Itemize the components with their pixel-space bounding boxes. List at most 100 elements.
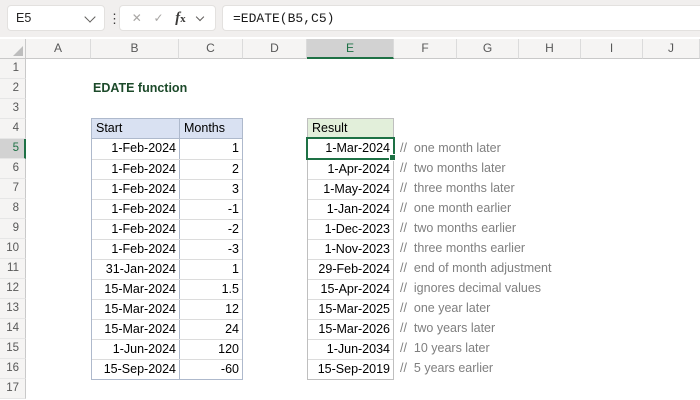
row-header-12[interactable]: 12 <box>0 279 26 299</box>
enter-icon[interactable]: ✓ <box>153 11 163 25</box>
months-cell[interactable]: 2 <box>180 160 242 179</box>
result-cell[interactable]: 1-Jun-2034 <box>308 340 393 359</box>
start-cell[interactable]: 1-Feb-2024 <box>92 139 180 159</box>
months-cell[interactable]: 1.5 <box>180 280 242 299</box>
row-header-15[interactable]: 15 <box>0 339 26 359</box>
column-header-b[interactable]: B <box>91 39 179 59</box>
select-all-corner[interactable] <box>0 39 26 59</box>
cancel-icon[interactable]: ✕ <box>132 11 142 25</box>
row-header-9[interactable]: 9 <box>0 219 26 239</box>
table-row: 15-Mar-2024 1.5 <box>92 279 242 299</box>
column-header-d[interactable]: D <box>243 39 307 59</box>
table-row: 15-Apr-2024 <box>308 279 393 299</box>
months-header-cell[interactable]: Months <box>180 119 242 138</box>
start-cell[interactable]: 15-Mar-2024 <box>92 280 180 299</box>
comment-cell[interactable]: // ignores decimal values <box>400 278 551 298</box>
row-header-17[interactable]: 17 <box>0 379 26 399</box>
months-cell[interactable]: 12 <box>180 300 242 319</box>
table-row: 1-Feb-2024 -1 <box>92 199 242 219</box>
title-cell[interactable]: EDATE function <box>93 78 187 98</box>
row-header-2[interactable]: 2 <box>0 79 26 99</box>
months-cell[interactable]: -1 <box>180 200 242 219</box>
result-cell[interactable]: 1-Apr-2024 <box>308 160 393 179</box>
table-row: 1-May-2024 <box>308 179 393 199</box>
start-cell[interactable]: 1-Feb-2024 <box>92 220 180 239</box>
result-cell[interactable]: 1-Nov-2023 <box>308 240 393 259</box>
start-cell[interactable]: 15-Mar-2024 <box>92 300 180 319</box>
result-cell[interactable]: 15-Mar-2025 <box>308 300 393 319</box>
result-cell[interactable]: 15-Apr-2024 <box>308 280 393 299</box>
row-header-3[interactable]: 3 <box>0 99 26 119</box>
comment-cell[interactable]: // two months later <box>400 158 551 178</box>
result-header-cell[interactable]: Result <box>308 119 393 138</box>
result-cell[interactable]: 1-Jan-2024 <box>308 200 393 219</box>
row-header-5[interactable]: 5 <box>0 139 26 159</box>
result-cell[interactable]: 1-Dec-2023 <box>308 220 393 239</box>
chevron-down-icon[interactable] <box>196 12 205 22</box>
start-cell[interactable]: 1-Feb-2024 <box>92 200 180 219</box>
result-cell[interactable]: 1-May-2024 <box>308 180 393 199</box>
months-cell[interactable]: 120 <box>180 340 242 359</box>
column-header-c[interactable]: C <box>179 39 243 59</box>
fill-handle[interactable] <box>389 154 396 161</box>
table-row: 1-Feb-2024 2 <box>92 159 242 179</box>
result-cell[interactable]: 15-Sep-2019 <box>308 360 393 379</box>
row-header-4[interactable]: 4 <box>0 119 26 139</box>
row-header-14[interactable]: 14 <box>0 319 26 339</box>
comment-cell[interactable]: // one year later <box>400 298 551 318</box>
months-cell[interactable]: -3 <box>180 240 242 259</box>
row-header-1[interactable]: 1 <box>0 59 26 79</box>
months-cell[interactable]: -60 <box>180 360 242 379</box>
column-header-j[interactable]: J <box>643 39 700 59</box>
months-cell[interactable]: -2 <box>180 220 242 239</box>
start-header-cell[interactable]: Start <box>92 119 180 138</box>
row-header-6[interactable]: 6 <box>0 159 26 179</box>
row-headers: 1 2 3 4 5 6 7 8 9 10 11 12 13 14 15 16 17 <box>0 59 26 399</box>
months-cell[interactable]: 1 <box>180 139 242 159</box>
table-row: 15-Mar-2024 12 <box>92 299 242 319</box>
column-header-a[interactable]: A <box>26 39 91 59</box>
table-row: 1-Feb-2024 -3 <box>92 239 242 259</box>
column-header-g[interactable]: G <box>457 39 519 59</box>
start-cell[interactable]: 15-Mar-2024 <box>92 320 180 339</box>
column-header-f[interactable]: F <box>394 39 457 59</box>
start-cell[interactable]: 31-Jan-2024 <box>92 260 180 279</box>
comments-column: // one month later// two months later// … <box>400 138 551 378</box>
selected-cell-outline <box>306 137 396 161</box>
comment-cell[interactable]: // end of month adjustment <box>400 258 551 278</box>
row-header-10[interactable]: 10 <box>0 239 26 259</box>
comment-cell[interactable]: // 5 years earlier <box>400 358 551 378</box>
table-row: 1-Apr-2024 <box>308 159 393 179</box>
column-header-i[interactable]: I <box>581 39 643 59</box>
comment-cell[interactable]: // two years later <box>400 318 551 338</box>
comment-cell[interactable]: // three months earlier <box>400 238 551 258</box>
row-header-8[interactable]: 8 <box>0 199 26 219</box>
comment-cell[interactable]: // one month earlier <box>400 198 551 218</box>
months-cell[interactable]: 1 <box>180 260 242 279</box>
result-cell[interactable]: 15-Mar-2026 <box>308 320 393 339</box>
name-box[interactable]: E5 <box>7 5 105 31</box>
row-header-7[interactable]: 7 <box>0 179 26 199</box>
comment-cell[interactable]: // one month later <box>400 138 551 158</box>
months-cell[interactable]: 3 <box>180 180 242 199</box>
formula-input[interactable]: =EDATE(B5,C5) <box>222 5 700 31</box>
start-cell[interactable]: 1-Feb-2024 <box>92 180 180 199</box>
chevron-down-icon[interactable] <box>84 10 96 23</box>
comment-cell[interactable]: // two months earlier <box>400 218 551 238</box>
result-cell[interactable]: 29-Feb-2024 <box>308 260 393 279</box>
row-header-16[interactable]: 16 <box>0 359 26 379</box>
start-cell[interactable]: 1-Feb-2024 <box>92 240 180 259</box>
start-cell[interactable]: 15-Sep-2024 <box>92 360 180 379</box>
months-cell[interactable]: 24 <box>180 320 242 339</box>
column-header-e[interactable]: E <box>307 39 394 59</box>
start-cell[interactable]: 1-Jun-2024 <box>92 340 180 359</box>
row-header-13[interactable]: 13 <box>0 299 26 319</box>
comment-cell[interactable]: // 10 years later <box>400 338 551 358</box>
insert-function-icon[interactable]: fx <box>175 10 185 27</box>
comment-cell[interactable]: // three months later <box>400 178 551 198</box>
name-box-value: E5 <box>16 11 32 25</box>
column-header-h[interactable]: H <box>519 39 581 59</box>
start-cell[interactable]: 1-Feb-2024 <box>92 160 180 179</box>
row-header-11[interactable]: 11 <box>0 259 26 279</box>
result-table-body: 1-Mar-2024 1-Apr-2024 1-May-2024 1-Jan-2024… <box>308 139 393 379</box>
